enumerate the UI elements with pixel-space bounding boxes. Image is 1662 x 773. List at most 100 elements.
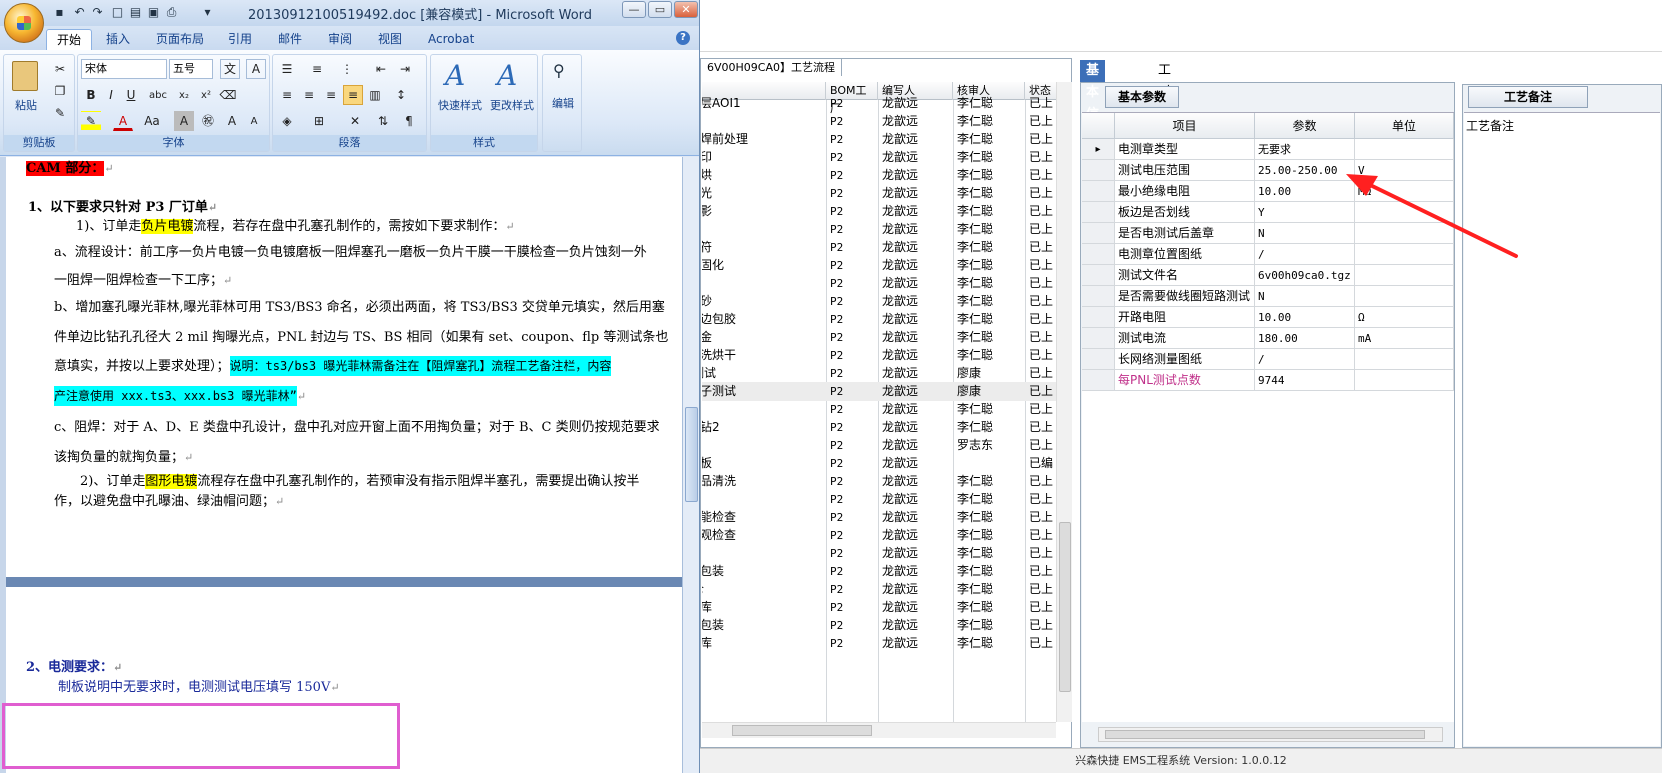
process-name[interactable]: 成品清洗 (702, 472, 826, 491)
row-header[interactable] (1082, 181, 1115, 202)
process-flow-tab[interactable]: 6V00H09CA0】工艺流程 (700, 58, 842, 76)
process-name[interactable]: 内包装 (702, 562, 826, 581)
close-button[interactable]: ✕ (674, 1, 698, 18)
row-header[interactable] (1082, 202, 1115, 223)
process-name[interactable]: 字符 (702, 220, 826, 239)
tab-process-notes[interactable]: 工艺备注 (1468, 86, 1588, 108)
save-icon[interactable]: ▪ (52, 5, 67, 20)
process-row[interactable]: 包装 P2 龙歆远 李仁聪 已上 (702, 544, 1056, 563)
param-row[interactable]: 开路电阻 10.00 Ω (1082, 307, 1454, 328)
sort-icon[interactable]: ⇅ (373, 111, 393, 131)
justify-icon[interactable]: ≡ (343, 85, 363, 105)
font-name-combo[interactable]: 宋体 (81, 59, 167, 79)
subscript-icon[interactable]: x₂ (174, 85, 194, 105)
print-icon[interactable]: ⎙ (164, 5, 179, 20)
change-case-icon[interactable]: Aa (142, 111, 162, 131)
param-param[interactable]: 6v00h09ca0.tgz (1255, 265, 1355, 286)
process-name[interactable]: 阻焊 (702, 112, 826, 131)
cut-icon[interactable]: ✂ (50, 59, 70, 79)
bullets-icon[interactable]: ☰ (277, 59, 297, 79)
change-styles-icon[interactable]: A (497, 59, 517, 92)
process-name[interactable]: 沉金 (702, 274, 826, 293)
process-name[interactable]: 喷砂 (702, 292, 826, 311)
process-row[interactable]: 外层AOI1 P2 龙歆远 李仁聪 已上 (702, 94, 1056, 113)
ribbon-tab[interactable]: 开始 (46, 29, 93, 50)
phonetic-guide-icon[interactable]: 文 (220, 59, 240, 79)
process-row[interactable]: 阻焊前处理 P2 龙歆远 李仁聪 已上 (702, 130, 1056, 149)
process-name[interactable]: 入库 (702, 598, 826, 617)
process-row[interactable]: 入库 P2 龙歆远 李仁聪 已上 (702, 598, 1056, 617)
process-row[interactable]: 阻焊 P2 龙歆远 李仁聪 已上 (702, 112, 1056, 131)
process-name[interactable]: 字符 (702, 238, 826, 257)
row-header[interactable] (1082, 328, 1115, 349)
char-shading-icon[interactable]: A (174, 111, 194, 131)
scroll-thumb[interactable] (1059, 522, 1071, 692)
ribbon-tab[interactable]: 页面布局 (156, 29, 204, 50)
param-row[interactable]: 测试电流 180.00 mA (1082, 328, 1454, 349)
col-item[interactable]: 项目 (1115, 113, 1255, 139)
process-name[interactable]: 外形 (702, 436, 826, 455)
show-marks-icon[interactable]: ¶ (399, 111, 419, 131)
process-row[interactable]: 功能检查 P2 龙歆远 李仁聪 已上 (702, 508, 1056, 527)
process-row[interactable]: 喷砂 P2 龙歆远 李仁聪 已上 (702, 292, 1056, 311)
param-row[interactable]: 长网络测量图纸 / (1082, 349, 1454, 370)
param-param[interactable]: 180.00 (1255, 328, 1355, 349)
process-name[interactable]: 钻孔2 (702, 400, 826, 419)
process-name[interactable]: 出库 (702, 634, 826, 653)
row-header[interactable] (1082, 286, 1115, 307)
chinese-layout-icon[interactable]: ✕ (345, 111, 365, 131)
italic-icon[interactable]: I (101, 85, 121, 105)
param-param[interactable]: / (1255, 349, 1355, 370)
param-row[interactable]: 是否需要做线圈短路测试 N (1082, 286, 1454, 307)
paste-button[interactable]: 粘贴 (8, 97, 44, 113)
numbering-icon[interactable]: ≡ (307, 59, 327, 79)
process-row[interactable]: 二钻2 P2 龙歆远 李仁聪 已上 (702, 418, 1056, 437)
minimize-button[interactable]: — (622, 1, 646, 18)
process-name[interactable]: 二钻2 (702, 418, 826, 437)
format-painter-icon[interactable]: ✎ (50, 103, 70, 123)
strikethrough-icon[interactable]: abc (148, 85, 168, 105)
param-row[interactable]: 每PNL测试点数 9744 (1082, 370, 1454, 391)
office-button[interactable] (4, 3, 44, 43)
quick-styles-icon[interactable]: A (445, 59, 465, 92)
enclose-char-icon[interactable]: ㊗ (198, 111, 218, 131)
ribbon-tab[interactable]: Acrobat (428, 29, 474, 50)
undo-icon[interactable]: ↶ (72, 5, 87, 20)
open-icon[interactable]: ▤ (128, 5, 143, 20)
process-name[interactable]: 丝印 (702, 148, 826, 167)
tab-basic-info[interactable]: 基本信息 (1080, 60, 1106, 144)
align-center-icon[interactable]: ≡ (299, 85, 319, 105)
multilevel-list-icon[interactable]: ⋮ (337, 59, 357, 79)
scroll-thumb[interactable] (732, 725, 872, 736)
redo-icon[interactable]: ↷ (90, 5, 105, 20)
tab-basic-params[interactable]: 基本参数 (1105, 86, 1180, 108)
process-name[interactable]: 外层AOI1 (702, 94, 826, 113)
process-name[interactable]: 外观检查 (702, 526, 826, 545)
process-row[interactable]: 沉金 P2 龙歆远 李仁聪 已上 (702, 274, 1056, 293)
col-unit[interactable]: 单位 (1355, 113, 1454, 139)
font-color-icon[interactable]: A (113, 111, 133, 131)
print-preview-icon[interactable]: ▣ (146, 5, 161, 20)
process-row[interactable]: 外观检查 P2 龙歆远 李仁聪 已上 (702, 526, 1056, 545)
borders-icon[interactable]: ⊞ (309, 111, 329, 131)
process-name[interactable]: 成品仓 (702, 580, 826, 599)
process-name[interactable]: 显影 (702, 202, 826, 221)
process-name[interactable]: 电子测试 (702, 382, 826, 401)
process-row[interactable]: 沉金 P2 龙歆远 李仁聪 已上 (702, 328, 1056, 347)
process-row[interactable]: 内包装 P2 龙歆远 李仁聪 已上 (702, 562, 1056, 581)
row-header[interactable] (1082, 265, 1115, 286)
align-right-icon[interactable]: ≡ (321, 85, 341, 105)
help-icon[interactable]: ? (676, 31, 690, 45)
row-header[interactable] (1082, 349, 1115, 370)
param-param[interactable]: 9744 (1255, 370, 1355, 391)
process-row[interactable]: 外形 P2 龙歆远 罗志东 已上 (702, 436, 1056, 455)
process-row[interactable]: 电子测试 P2 龙歆远 廖康 已上 (702, 364, 1056, 383)
process-row[interactable]: 出库 P2 龙歆远 李仁聪 已上 (702, 634, 1056, 653)
process-name[interactable]: 板边包胶 (702, 310, 826, 329)
row-header[interactable] (1082, 160, 1115, 181)
quick-styles-button[interactable]: 快速样式 (433, 97, 487, 113)
col-param[interactable]: 参数 (1255, 113, 1355, 139)
process-name[interactable]: 终检 (702, 490, 826, 509)
scroll-thumb[interactable] (685, 407, 698, 502)
clear-format-icon[interactable]: ⌫ (218, 85, 238, 105)
